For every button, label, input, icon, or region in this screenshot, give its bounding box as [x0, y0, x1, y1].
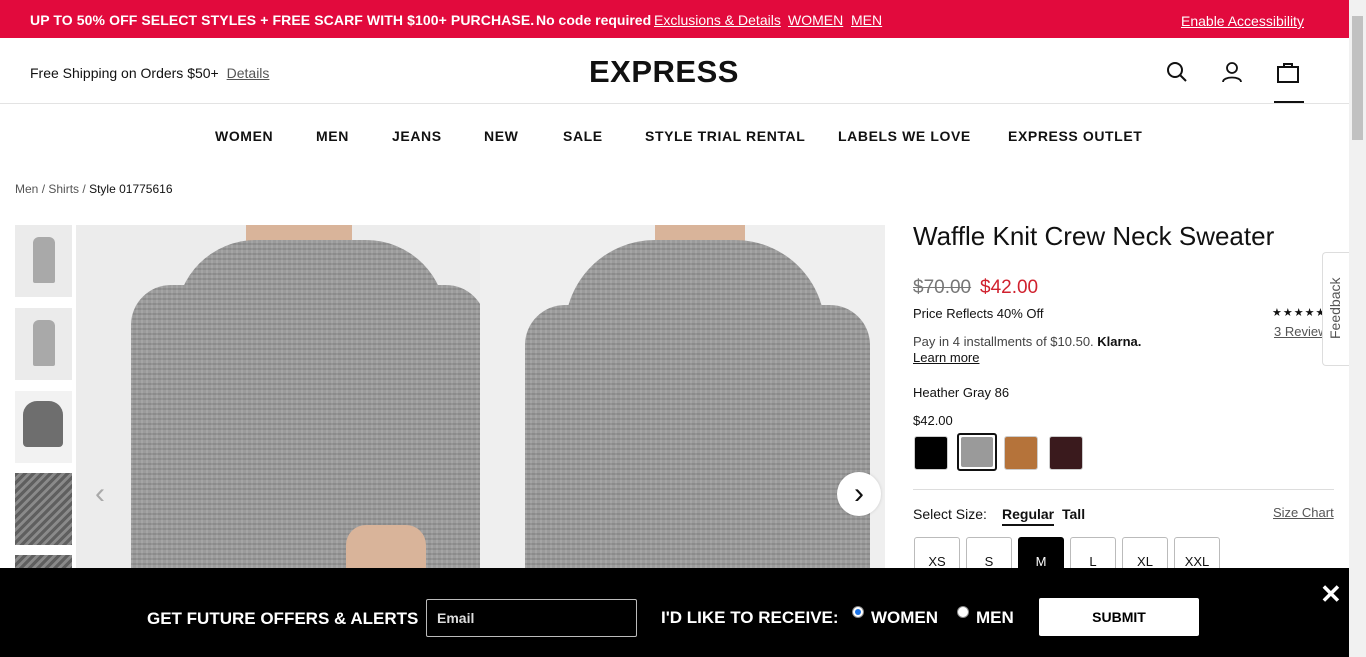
thumbnail-5[interactable] [15, 555, 72, 568]
breadcrumb-separator: / [41, 182, 46, 196]
sweater-back [565, 240, 825, 568]
thumbnail-4[interactable] [15, 473, 72, 545]
swatch-burgundy[interactable] [1049, 436, 1083, 470]
breadcrumb-shirts[interactable]: Shirts [48, 182, 79, 196]
scrollbar-thumb[interactable] [1352, 16, 1363, 140]
promo-text: UP TO 50% OFF SELECT STYLES + FREE SCARF… [30, 12, 535, 28]
nav-item-express-outlet[interactable]: EXPRESS OUTLET [1008, 128, 1142, 144]
shipping-details-link[interactable]: Details [227, 65, 270, 81]
nav-item-jeans[interactable]: JEANS [392, 128, 442, 144]
feedback-tab[interactable]: Feedback [1322, 252, 1350, 366]
nav-item-new[interactable]: NEW [484, 128, 518, 144]
sweater-left-sleeve [131, 285, 211, 568]
fit-tab-regular[interactable]: Regular [1002, 506, 1055, 526]
signup-label: GET FUTURE OFFERS & ALERTS [147, 609, 419, 628]
price-note: Price Reflects 40% Off [913, 306, 1044, 321]
klarna-installments: Pay in 4 installments of $10.50. Klarna.… [913, 334, 1141, 366]
breadcrumb-men[interactable]: Men [15, 182, 38, 196]
thumbnail-figure [33, 237, 55, 283]
thumbnail-1[interactable] [15, 225, 72, 297]
swatch-heather-gray[interactable] [957, 433, 997, 471]
sweater-left-sleeve [525, 305, 595, 568]
model-hand [346, 525, 426, 568]
next-image-button[interactable]: › [837, 472, 881, 516]
promo-men-link[interactable]: MEN [851, 12, 882, 28]
breadcrumb: Men / Shirts / Style 01775616 [15, 182, 173, 196]
thumbnail-3[interactable] [15, 391, 72, 463]
feedback-label: Feedback [1327, 277, 1343, 339]
promo-women-link[interactable]: WOMEN [788, 12, 843, 28]
nav-item-style-trial-rental[interactable]: STYLE TRIAL RENTAL [645, 128, 805, 144]
submit-button[interactable]: SUBMIT [1039, 598, 1199, 636]
promo-banner: UP TO 50% OFF SELECT STYLES + FREE SCARF… [0, 0, 1349, 38]
page: UP TO 50% OFF SELECT STYLES + FREE SCARF… [0, 0, 1366, 657]
free-shipping-text: Free Shipping on Orders $50+ [30, 65, 219, 81]
thumbnail-figure [23, 401, 63, 447]
swatch-tan[interactable] [1004, 436, 1038, 470]
main-nav: WOMEN MEN JEANS NEW SALE STYLE TRIAL REN… [0, 104, 1349, 166]
selected-color-price: $42.00 [913, 413, 953, 428]
shopping-bag-icon[interactable] [1276, 60, 1300, 84]
sale-price: $42.00 [980, 277, 1039, 298]
sweater-right-sleeve [411, 285, 480, 568]
bag-active-underline [1274, 101, 1304, 103]
free-shipping-notice: Free Shipping on Orders $50+ Details [30, 65, 269, 81]
installments-text: Pay in 4 installments of $10.50. [913, 334, 1094, 349]
nav-item-men[interactable]: MEN [316, 128, 349, 144]
radio-men-label[interactable]: MEN [976, 608, 1014, 628]
select-size-label: Select Size: [913, 506, 987, 522]
receive-label: I'D LIKE TO RECEIVE: [661, 608, 839, 627]
product-image-back [480, 225, 885, 568]
product-image-front [76, 225, 480, 568]
previous-image-button[interactable]: ‹ [78, 472, 122, 516]
fit-tab-tall[interactable]: Tall [1062, 506, 1085, 522]
divider [913, 489, 1334, 490]
radio-men[interactable] [957, 606, 969, 618]
radio-women[interactable] [852, 606, 864, 618]
swatch-black[interactable] [914, 436, 948, 470]
search-icon[interactable] [1165, 60, 1189, 84]
sweater-right-sleeve [795, 305, 870, 568]
exclusions-link[interactable]: Exclusions & Details [654, 12, 781, 28]
thumbnail-2[interactable] [15, 308, 72, 380]
radio-women-label[interactable]: WOMEN [871, 608, 938, 628]
klarna-logo: Klarna. [1097, 334, 1142, 349]
sweater-front [176, 240, 446, 568]
rating-stars: ★★★★★ [1272, 307, 1327, 319]
express-logo[interactable]: EXPRESS [589, 54, 739, 90]
account-icon[interactable] [1220, 60, 1244, 84]
original-price: $70.00 [913, 277, 972, 298]
learn-more-link[interactable]: Learn more [913, 350, 979, 365]
breadcrumb-current: Style 01775616 [89, 182, 173, 196]
size-chart-link[interactable]: Size Chart [1273, 505, 1334, 520]
product-title: Waffle Knit Crew Neck Sweater [913, 221, 1275, 251]
page-scrollbar[interactable] [1349, 0, 1366, 657]
thumbnail-figure [33, 320, 55, 366]
promo-no-code: No code required [536, 12, 652, 28]
offers-signup-bar: GET FUTURE OFFERS & ALERTS I'D LIKE TO R… [0, 568, 1349, 657]
nav-item-women[interactable]: WOMEN [215, 128, 273, 144]
chevron-left-icon: ‹ [95, 477, 105, 510]
site-header: Free Shipping on Orders $50+ Details EXP… [0, 38, 1349, 104]
nav-item-labels-we-love[interactable]: LABELS WE LOVE [838, 128, 971, 144]
chevron-right-icon: › [854, 477, 864, 510]
breadcrumb-separator: / [82, 182, 86, 196]
selected-color-name: Heather Gray 86 [913, 385, 1010, 400]
close-icon[interactable]: ✕ [1320, 579, 1342, 610]
enable-accessibility-link[interactable]: Enable Accessibility [1181, 13, 1304, 29]
nav-item-sale[interactable]: SALE [563, 128, 603, 144]
email-field[interactable] [426, 599, 637, 637]
